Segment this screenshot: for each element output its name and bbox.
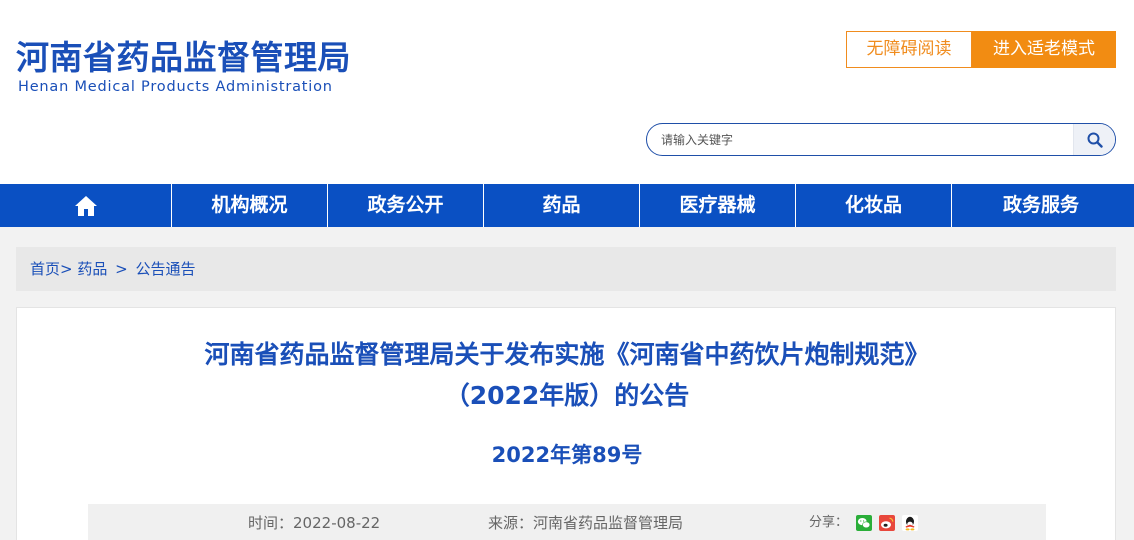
accessibility-reading-button[interactable]: 无障碍阅读 bbox=[846, 31, 972, 68]
wechat-icon[interactable] bbox=[856, 515, 873, 531]
nav-item-home[interactable] bbox=[0, 184, 172, 227]
search-input[interactable] bbox=[661, 124, 1061, 155]
search-button[interactable] bbox=[1073, 124, 1115, 155]
search-box bbox=[646, 123, 1116, 156]
source-label: 来源： bbox=[488, 514, 534, 532]
nav-item-medical-devices[interactable]: 医疗器械 bbox=[640, 184, 796, 227]
time-value: 2022-08-22 bbox=[293, 514, 381, 532]
document-number: 2022年第89号 bbox=[491, 443, 643, 467]
nav-item-organization[interactable]: 机构概况 bbox=[172, 184, 328, 227]
breadcrumb-announcements[interactable]: 公告通告 bbox=[136, 260, 196, 278]
site-logo-subtitle: Henan Medical Products Administration bbox=[18, 79, 333, 95]
home-icon bbox=[74, 195, 97, 216]
qq-icon[interactable] bbox=[902, 515, 919, 531]
article-meta-bar: 时间：2022-08-22 来源：河南省药品监督管理局 分享： bbox=[88, 504, 1046, 540]
time-label: 时间： bbox=[248, 514, 294, 532]
nav-item-drugs[interactable]: 药品 bbox=[484, 184, 640, 227]
breadcrumb-separator: > bbox=[115, 260, 128, 278]
main-nav: 机构概况 政务公开 药品 医疗器械 化妆品 政务服务 bbox=[0, 184, 1134, 227]
article-source: 来源：河南省药品监督管理局 bbox=[488, 504, 683, 540]
breadcrumb-separator: > bbox=[60, 260, 73, 278]
breadcrumb-home[interactable]: 首页 bbox=[30, 260, 60, 278]
share-label: 分享： bbox=[809, 515, 849, 530]
share-bar: 分享： bbox=[809, 504, 925, 540]
article-panel: 河南省药品监督管理局关于发布实施《河南省中药饮片炮制规范》 （2022年版）的公… bbox=[16, 307, 1116, 540]
nav-item-government-affairs[interactable]: 政务公开 bbox=[328, 184, 484, 227]
publish-time: 时间：2022-08-22 bbox=[248, 504, 380, 540]
nav-item-cosmetics[interactable]: 化妆品 bbox=[796, 184, 952, 227]
article-title-line1: 河南省药品监督管理局关于发布实施《河南省中药饮片炮制规范》 bbox=[204, 340, 930, 369]
search-icon bbox=[1087, 132, 1103, 148]
weibo-icon[interactable] bbox=[879, 515, 896, 531]
breadcrumb-drugs[interactable]: 药品 bbox=[77, 260, 107, 278]
source-value: 河南省药品监督管理局 bbox=[533, 514, 684, 532]
breadcrumb: 首页> 药品 > 公告通告 bbox=[16, 247, 1116, 291]
site-header: 河南省药品监督管理局 Henan Medical Products Admini… bbox=[0, 0, 1134, 184]
article-title-line2: （2022年版）的公告 bbox=[444, 381, 690, 410]
site-logo-title[interactable]: 河南省药品监督管理局 bbox=[16, 38, 351, 78]
elder-mode-button[interactable]: 进入适老模式 bbox=[972, 31, 1116, 68]
nav-item-government-services[interactable]: 政务服务 bbox=[952, 184, 1130, 227]
